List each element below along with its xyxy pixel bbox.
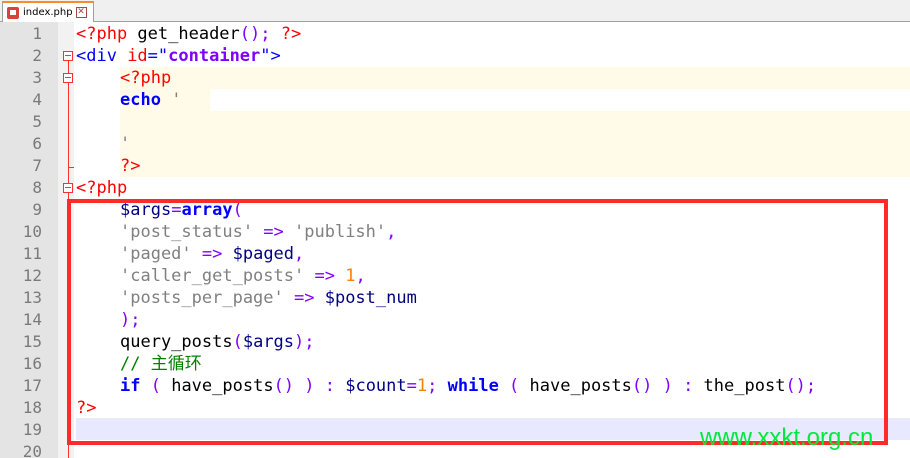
line-number: 10	[22, 222, 42, 241]
line-number: 1	[32, 24, 42, 43]
code-text: <?php	[120, 67, 171, 89]
code-token: <?php	[76, 178, 128, 198]
tab-label: index.php	[23, 7, 73, 18]
code-token: ">	[260, 46, 281, 66]
code-line[interactable]: 3 <?php	[0, 67, 910, 89]
line-number: 4	[32, 90, 42, 109]
inline-html-background	[120, 67, 910, 89]
code-token: <?php	[76, 24, 128, 44]
line-number: 19	[22, 420, 42, 439]
line-number: 3	[32, 68, 42, 87]
code-token: ();	[239, 24, 281, 44]
line-number: 15	[22, 332, 42, 351]
close-icon[interactable]: ✕	[75, 7, 87, 18]
code-text: '	[120, 133, 130, 155]
highlight-annotation-box	[67, 199, 888, 445]
line-number: 5	[32, 112, 42, 131]
code-token: <div	[76, 46, 128, 66]
code-token: <?php	[120, 68, 172, 88]
tab-index-php[interactable]: index.php ✕	[2, 1, 94, 22]
line-number: 13	[22, 288, 42, 307]
code-line[interactable]: 7 ?>	[0, 155, 910, 177]
line-number: 12	[22, 266, 42, 285]
line-number: 7	[32, 156, 42, 175]
fold-toggle-icon[interactable]	[63, 73, 73, 83]
line-number: 14	[22, 310, 42, 329]
line-number: 17	[22, 376, 42, 395]
line-number: 9	[32, 200, 42, 219]
code-text: <?php	[76, 177, 127, 199]
php-file-icon	[7, 6, 19, 19]
code-line[interactable]: 2 <div id="container">	[0, 45, 910, 67]
code-text: echo '	[120, 89, 181, 111]
code-line[interactable]: 4 echo '	[0, 89, 910, 111]
line-number: 8	[32, 178, 42, 197]
inline-html-background	[120, 111, 910, 133]
line-number: 18	[22, 398, 42, 417]
fold-toggle-icon[interactable]	[63, 183, 73, 193]
code-token: ?>	[120, 156, 141, 176]
code-token: echo	[120, 90, 161, 110]
code-line[interactable]: 8 <?php	[0, 177, 910, 199]
line-number: 16	[22, 354, 42, 373]
fold-end-marker	[68, 167, 74, 168]
code-line[interactable]: 1 <?php get_header(); ?>	[0, 23, 910, 45]
watermark: www.xxkt.org.cn	[700, 424, 874, 451]
line-number: 20	[22, 442, 42, 458]
code-token: ="	[147, 46, 169, 66]
line-number: 11	[22, 244, 42, 263]
code-token: id	[127, 46, 148, 66]
tab-bar: index.php ✕	[0, 0, 910, 22]
code-token: container	[168, 46, 261, 66]
code-line[interactable]: 5	[0, 111, 910, 133]
fold-toggle-icon[interactable]	[63, 51, 73, 61]
code-token: ?>	[280, 24, 302, 44]
code-token: '	[160, 90, 182, 110]
line-number: 6	[32, 134, 42, 153]
code-text: <?php get_header(); ?>	[76, 23, 301, 45]
code-text: <div id="container">	[76, 45, 281, 67]
code-token: '	[120, 134, 131, 154]
code-line[interactable]: 6 '	[0, 133, 910, 155]
code-text: ?>	[120, 155, 140, 177]
code-token: get_header	[127, 24, 240, 44]
code-editor[interactable]: 1 <?php get_header(); ?> 2 <div id="contain…	[0, 22, 910, 458]
line-number: 2	[32, 46, 42, 65]
inline-html-background	[120, 155, 910, 177]
inline-html-background	[120, 133, 910, 155]
